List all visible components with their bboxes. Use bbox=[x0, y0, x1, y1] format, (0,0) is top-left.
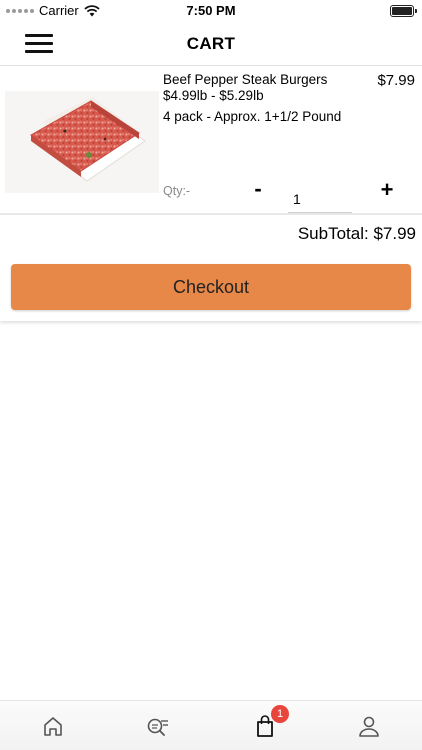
increase-quantity-button[interactable]: + bbox=[376, 179, 398, 201]
product-image bbox=[5, 91, 159, 193]
page-title: CART bbox=[186, 34, 236, 53]
product-price-range: $4.99lb - $5.29lb bbox=[163, 88, 264, 103]
tab-search[interactable] bbox=[142, 711, 172, 741]
subtotal: SubTotal: $7.99 bbox=[297, 224, 416, 243]
battery-icon bbox=[390, 5, 417, 17]
tab-home[interactable] bbox=[38, 711, 68, 741]
tab-bar: 1 bbox=[0, 700, 422, 750]
tab-cart[interactable]: 1 bbox=[250, 705, 289, 741]
quantity-input[interactable] bbox=[288, 185, 352, 213]
quantity-label: Qty:- bbox=[163, 184, 191, 198]
checkout-button[interactable]: Checkout bbox=[11, 264, 411, 310]
checkout-panel: Checkout bbox=[0, 255, 422, 321]
profile-icon bbox=[359, 716, 379, 737]
clock: 7:50 PM bbox=[186, 3, 236, 18]
search-list-icon bbox=[147, 718, 168, 736]
product-pack-size: 4 pack - Approx. 1+1/2 Pound bbox=[163, 109, 342, 124]
status-bar: Carrier 7:50 PM bbox=[0, 0, 422, 22]
item-price: $7.99 bbox=[377, 72, 415, 89]
cart-item: Beef Pepper Steak Burgers $4.99lb - $5.2… bbox=[0, 67, 422, 215]
decrease-quantity-button[interactable]: - bbox=[248, 178, 268, 201]
home-icon bbox=[44, 717, 62, 736]
cart-badge: 1 bbox=[271, 705, 289, 723]
tab-profile[interactable] bbox=[354, 711, 384, 741]
product-name[interactable]: Beef Pepper Steak Burgers bbox=[163, 72, 353, 88]
nav-bar: CART bbox=[0, 22, 422, 66]
